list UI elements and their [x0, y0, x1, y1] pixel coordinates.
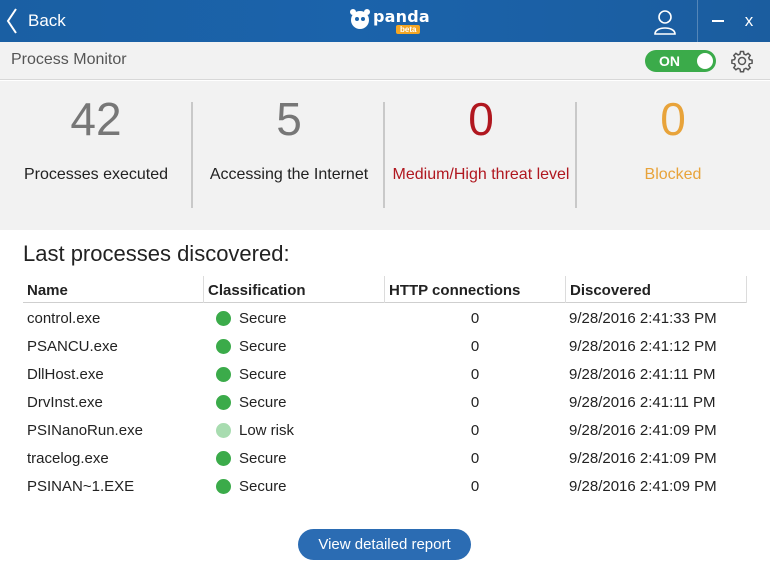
panda-logo-icon: [350, 9, 370, 29]
http-connections: 0: [470, 478, 480, 495]
http-connections: 0: [470, 310, 480, 327]
panda-logo: panda beta: [348, 6, 430, 36]
chevron-left-icon: [6, 8, 17, 34]
toggle-label: ON: [659, 53, 680, 69]
process-name: PSANCU.exe: [27, 338, 118, 355]
process-name: PSINAN~1.EXE: [27, 478, 135, 495]
stat-label: Medium/High threat level: [392, 166, 570, 183]
stat-accessing-internet: 5 Accessing the Internet: [193, 81, 385, 230]
discovered-time: 9/28/2016 2:41:09 PM: [569, 478, 717, 495]
column-divider: [203, 276, 204, 303]
stat-value: 0: [660, 93, 686, 145]
table-row[interactable]: control.exe Secure 0 9/28/2016 2:41:33 P…: [23, 304, 747, 332]
back-button[interactable]: Back: [6, 6, 66, 36]
process-name: DllHost.exe: [27, 366, 104, 383]
stat-value: 42: [70, 93, 122, 145]
stat-blocked: 0 Blocked: [577, 81, 769, 230]
stat-label: Blocked: [644, 166, 702, 183]
close-button[interactable]: x: [738, 8, 760, 34]
settings-button[interactable]: [730, 49, 754, 73]
table-row[interactable]: DllHost.exe Secure 0 9/28/2016 2:41:11 P…: [23, 360, 747, 388]
status-dot: [216, 339, 231, 354]
view-detailed-report-button[interactable]: View detailed report: [298, 529, 471, 560]
user-account-button[interactable]: [651, 8, 679, 36]
http-connections: 0: [470, 338, 480, 355]
discovered-time: 9/28/2016 2:41:11 PM: [569, 394, 716, 411]
table-row[interactable]: PSINanoRun.exe Low risk 0 9/28/2016 2:41…: [23, 416, 747, 444]
status-dot: [216, 367, 231, 382]
title-bar: Back panda beta x: [0, 0, 770, 42]
http-connections: 0: [470, 394, 480, 411]
table-row[interactable]: tracelog.exe Secure 0 9/28/2016 2:41:09 …: [23, 444, 747, 472]
column-header-discovered[interactable]: Discovered: [570, 282, 651, 299]
classification: Secure: [239, 450, 287, 467]
discovered-time: 9/28/2016 2:41:09 PM: [569, 422, 717, 439]
discovered-time: 9/28/2016 2:41:11 PM: [569, 366, 716, 383]
process-name: tracelog.exe: [27, 450, 109, 467]
classification: Low risk: [239, 422, 295, 439]
process-name: PSINanoRun.exe: [27, 422, 143, 439]
minimize-button[interactable]: [708, 12, 730, 30]
page-title: Process Monitor: [11, 51, 127, 68]
table-header: Name Classification HTTP connections Dis…: [23, 276, 747, 303]
column-header-classification[interactable]: Classification: [208, 282, 306, 299]
table-row[interactable]: PSANCU.exe Secure 0 9/28/2016 2:41:12 PM: [23, 332, 747, 360]
column-header-name[interactable]: Name: [27, 282, 68, 299]
status-dot: [216, 451, 231, 466]
process-name: control.exe: [27, 310, 101, 327]
status-dot: [216, 311, 231, 326]
stat-label: Processes executed: [23, 166, 169, 183]
classification: Secure: [239, 366, 287, 383]
title-bar-divider: [697, 0, 698, 42]
column-divider: [746, 276, 747, 303]
column-divider: [384, 276, 385, 303]
http-connections: 0: [470, 366, 480, 383]
table-row[interactable]: DrvInst.exe Secure 0 9/28/2016 2:41:11 P…: [23, 388, 747, 416]
logo-text: panda: [373, 7, 430, 26]
gear-icon: [731, 50, 753, 73]
beta-badge: beta: [396, 25, 421, 34]
classification: Secure: [239, 310, 287, 327]
stat-threat-level: 0 Medium/High threat level: [385, 81, 577, 230]
back-label: Back: [28, 11, 66, 30]
discovered-time: 9/28/2016 2:41:12 PM: [569, 338, 717, 355]
http-connections: 0: [470, 422, 480, 439]
user-icon: [654, 10, 676, 35]
protection-toggle[interactable]: ON: [645, 50, 716, 72]
http-connections: 0: [470, 450, 480, 467]
stat-label: Accessing the Internet: [209, 166, 369, 183]
status-dot: [216, 395, 231, 410]
stats-panel: 42 Processes executed 5 Accessing the In…: [0, 81, 770, 230]
toggle-knob: [697, 53, 713, 69]
section-title: Last processes discovered:: [23, 241, 290, 266]
column-divider: [565, 276, 566, 303]
stat-value: 5: [276, 93, 302, 145]
classification: Secure: [239, 338, 287, 355]
stat-value: 0: [468, 93, 494, 145]
status-dot: [216, 479, 231, 494]
column-header-http[interactable]: HTTP connections: [389, 282, 520, 299]
classification: Secure: [239, 394, 287, 411]
status-dot: [216, 423, 231, 438]
stat-processes-executed: 42 Processes executed: [0, 81, 192, 230]
table-row[interactable]: PSINAN~1.EXE Secure 0 9/28/2016 2:41:09 …: [23, 472, 747, 500]
discovered-time: 9/28/2016 2:41:33 PM: [569, 310, 717, 327]
classification: Secure: [239, 478, 287, 495]
process-name: DrvInst.exe: [27, 394, 103, 411]
header-row: Process Monitor ON: [0, 42, 770, 80]
discovered-time: 9/28/2016 2:41:09 PM: [569, 450, 717, 467]
